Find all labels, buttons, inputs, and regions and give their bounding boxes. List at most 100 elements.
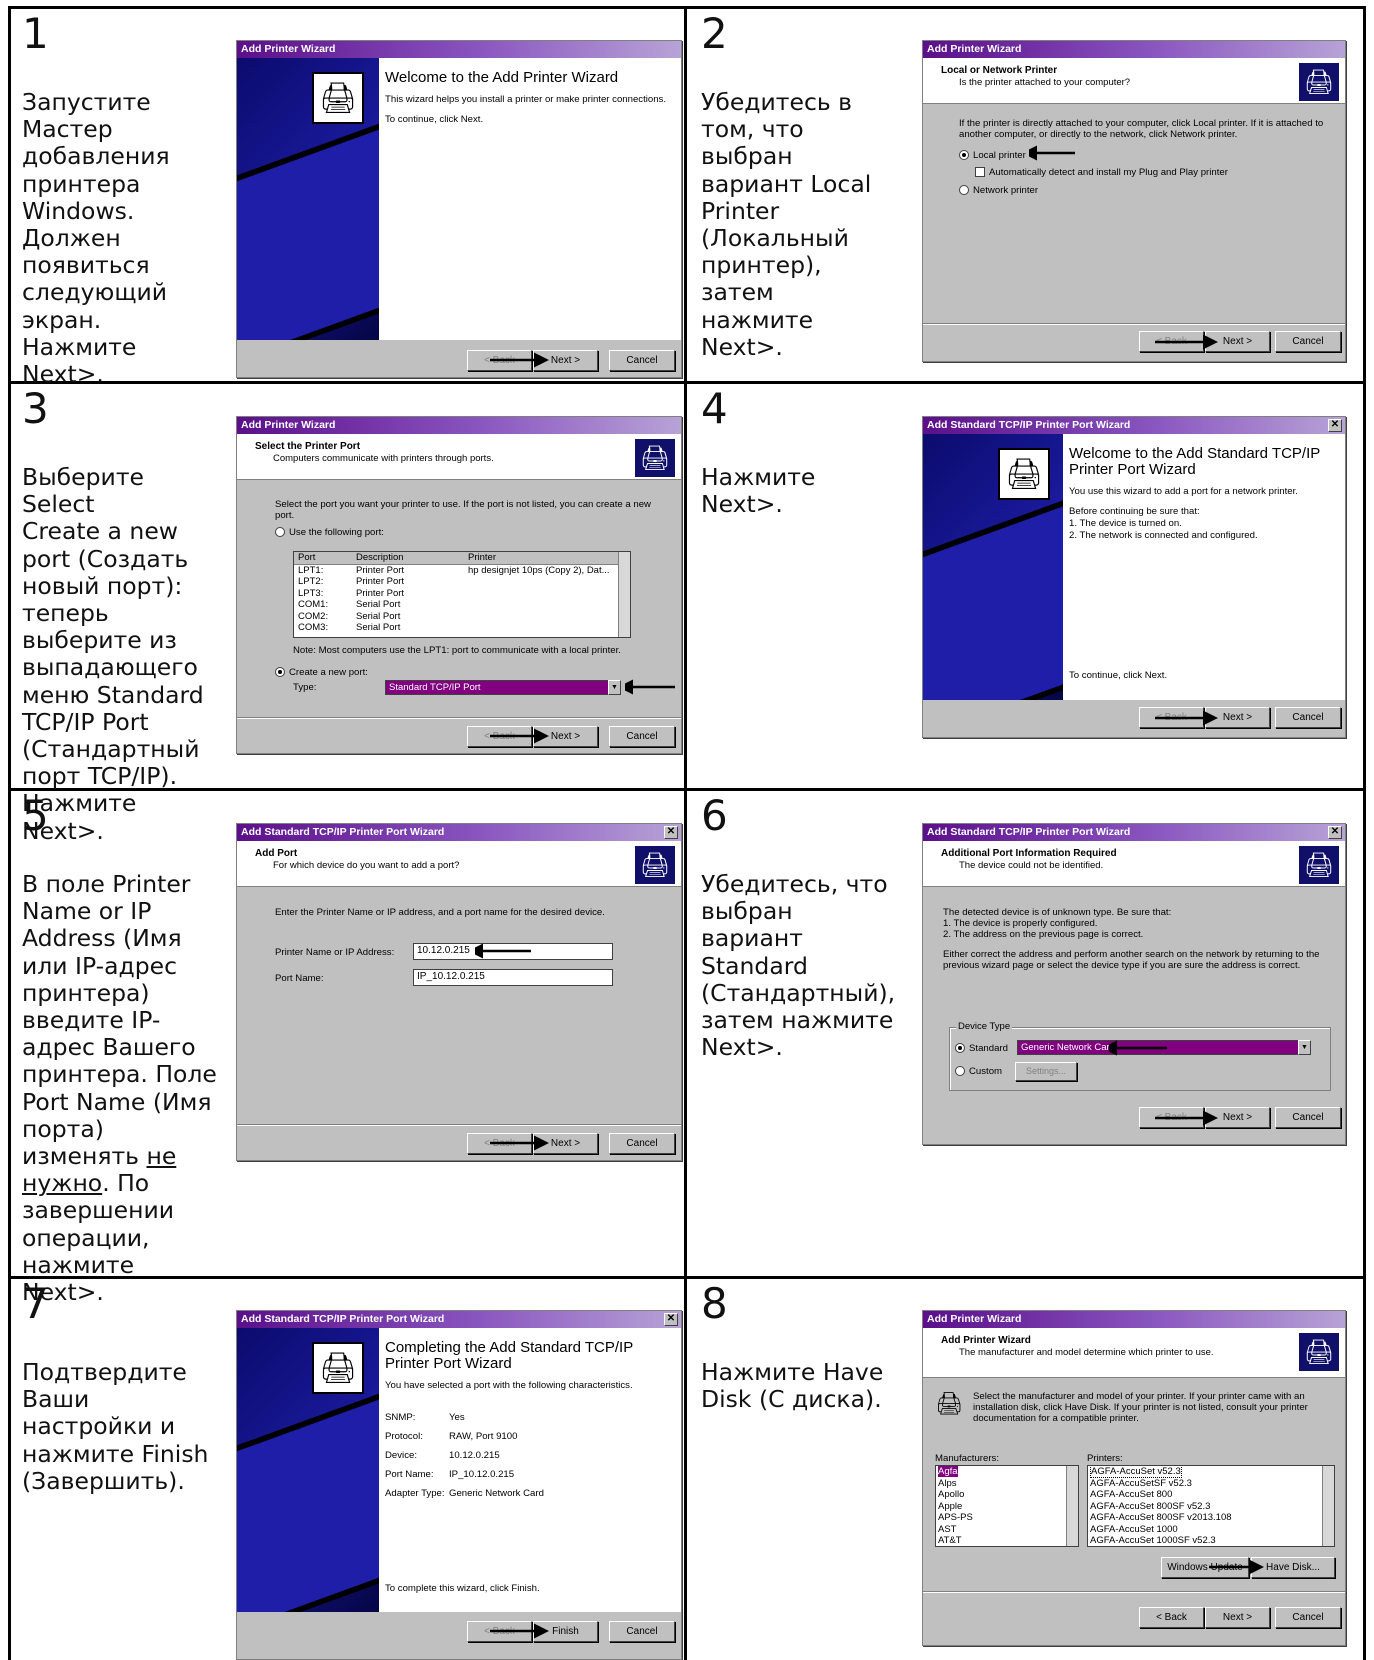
custom-radio[interactable]: Custom	[955, 1066, 1335, 1077]
title-bar: Add Printer Wizard	[237, 417, 681, 434]
dialog-header: Add Port For which device do you want to …	[237, 841, 681, 887]
list-item[interactable]: AST	[936, 1524, 1078, 1536]
cancel-button[interactable]: Cancel	[609, 1621, 675, 1642]
back-button[interactable]: < Back	[1139, 331, 1204, 352]
ip-address-input[interactable]: 10.12.0.215	[413, 943, 613, 960]
list-item[interactable]: APS-PS	[936, 1512, 1078, 1524]
dialog-header: Add Printer Wizard The manufacturer and m…	[923, 1328, 1345, 1378]
title-bar: Add Printer Wizard	[923, 41, 1345, 58]
list-item[interactable]: Apple	[936, 1501, 1078, 1513]
list-item[interactable]: AGFA-AccuSet 800SF v2013.108	[1088, 1512, 1334, 1524]
back-button[interactable]: < Back	[467, 1133, 532, 1154]
close-icon[interactable]: ✕	[664, 826, 678, 839]
cancel-button[interactable]: Cancel	[609, 726, 675, 747]
back-button[interactable]: < Back	[1139, 1107, 1204, 1128]
back-button[interactable]: < Back	[467, 1621, 532, 1642]
next-button[interactable]: Next >	[1205, 331, 1270, 352]
close-icon[interactable]: ✕	[664, 1313, 678, 1326]
port-note: Note: Most computers use the LPT1: port …	[293, 645, 621, 656]
close-icon[interactable]: ✕	[1328, 419, 1342, 432]
next-button[interactable]: Next >	[1205, 1107, 1270, 1128]
list-item[interactable]: AT&T	[936, 1535, 1078, 1546]
cancel-button[interactable]: Cancel	[1275, 1607, 1341, 1628]
dialog-body: Select the port you want your printer to…	[275, 499, 671, 538]
printers-list[interactable]: AGFA-AccuSet v52.3 AGFA-AccuSetSF v52.3 …	[1087, 1465, 1335, 1547]
local-printer-radio[interactable]: Local printer	[959, 150, 1335, 161]
have-disk-button[interactable]: Have Disk...	[1251, 1557, 1335, 1578]
port-name-input[interactable]: IP_10.12.0.215	[413, 969, 613, 986]
step-text: В поле Printer Name or IP Address (Имя или …	[22, 870, 217, 1307]
printer-icon: 🖨	[1299, 63, 1339, 101]
add-printer-wizard-welcome: Add Printer Wizard 🖨 Welcome to the Add …	[236, 40, 682, 378]
list-item[interactable]: AGFA-AccuSet 1000SF v52.3	[1088, 1535, 1334, 1546]
wizard-text: To continue, click Next.	[385, 114, 484, 125]
list-item[interactable]: COM1: Serial Port	[294, 599, 630, 611]
wizard-banner: 🖨	[237, 1328, 379, 1612]
title-bar: Add Standard TCP/IP Printer Port Wizard ✕	[923, 824, 1345, 841]
cancel-button[interactable]: Cancel	[1275, 331, 1341, 352]
network-printer-icon: 🖨	[998, 448, 1050, 500]
list-item[interactable]: Alps	[936, 1478, 1078, 1490]
list-item[interactable]: COM3: Serial Port	[294, 622, 630, 634]
list-item[interactable]: AGFA-AccuSet 800	[1088, 1489, 1334, 1501]
back-button[interactable]: < Back	[467, 726, 532, 747]
windows-update-button[interactable]: Windows Update	[1161, 1557, 1249, 1578]
list-item[interactable]: Agfa	[938, 1466, 958, 1477]
printer-icon: 🖨	[1299, 1333, 1339, 1371]
list-item[interactable]: LPT2: Printer Port	[294, 576, 630, 588]
scrollbar[interactable]	[1066, 1466, 1078, 1546]
auto-detect-checkbox[interactable]: Automatically detect and install my Plug…	[975, 167, 1335, 178]
tcpip-port-wizard-welcome: Add Standard TCP/IP Printer Port Wizard ✕…	[922, 416, 1346, 738]
title-bar: Add Standard TCP/IP Printer Port Wizard ✕	[923, 417, 1345, 434]
finish-button[interactable]: Finish	[533, 1621, 598, 1642]
cancel-button[interactable]: Cancel	[1275, 707, 1341, 728]
list-item[interactable]: AGFA-AccuSet 800SF v52.3	[1088, 1501, 1334, 1513]
cancel-button[interactable]: Cancel	[609, 1133, 675, 1154]
list-item[interactable]: Apollo	[936, 1489, 1078, 1501]
back-button[interactable]: < Back	[1139, 1607, 1204, 1628]
step-number: 5	[22, 791, 49, 840]
back-button[interactable]: < Back	[1139, 707, 1204, 728]
list-item[interactable]: COM2: Serial Port	[294, 611, 630, 623]
welcome-heading: Welcome to the Add Standard TCP/IP Print…	[1069, 445, 1320, 478]
network-printer-radio[interactable]: Network printer	[959, 185, 1335, 196]
use-existing-port-radio[interactable]: Use the following port:	[275, 527, 671, 538]
next-button[interactable]: Next >	[1205, 1607, 1270, 1628]
close-icon[interactable]: ✕	[1328, 826, 1342, 839]
step-number: 2	[701, 9, 728, 58]
cancel-button[interactable]: Cancel	[609, 350, 675, 371]
list-item[interactable]: AGFA-AccuSetSF v52.3	[1088, 1478, 1334, 1490]
dialog-text: Enter the Printer Name or IP address, an…	[275, 907, 605, 918]
port-list[interactable]: Port Description Printer LPT1: Printer Port…	[293, 551, 631, 638]
network-printer-icon: 🖨	[312, 1342, 364, 1394]
manufacturers-list[interactable]: Agfa Alps Apollo Apple APS-PS AST AT&T	[935, 1465, 1079, 1547]
settings-button[interactable]: Settings...	[1015, 1062, 1077, 1081]
title-bar: Add Printer Wizard	[923, 1311, 1345, 1328]
list-item[interactable]: AGFA-AccuSet v52.3	[1090, 1466, 1182, 1478]
create-new-port-radio[interactable]: Create a new port:	[275, 667, 671, 678]
list-item[interactable]: LPT1: Printer Port hp designjet 10ps (Copy…	[294, 565, 630, 577]
device-type-select[interactable]: Generic Network Card ▼	[1017, 1040, 1311, 1055]
step-number: 8	[701, 1279, 728, 1328]
grid-divider	[684, 6, 687, 1660]
wizard-text: You have selected a port with the follow…	[385, 1380, 633, 1391]
list-item[interactable]: LPT3: Printer Port	[294, 588, 630, 600]
list-item[interactable]: AGFA-AccuSet 1000	[1088, 1524, 1334, 1536]
next-button[interactable]: Next >	[1205, 707, 1270, 728]
wizard-banner: 🖨	[923, 434, 1063, 700]
scrollbar[interactable]	[618, 552, 630, 637]
dialog-text: The detected device is of unknown type. …	[943, 907, 1320, 971]
step-number: 7	[22, 1279, 49, 1328]
cancel-button[interactable]: Cancel	[1275, 1107, 1341, 1128]
back-button[interactable]: < Back	[467, 350, 532, 371]
next-button[interactable]: Next >	[533, 350, 598, 371]
wizard-content: Welcome to the Add Standard TCP/IP Print…	[1063, 434, 1345, 700]
next-button[interactable]: Next >	[533, 1133, 598, 1154]
next-button[interactable]: Next >	[533, 726, 598, 747]
dialog-header: Local or Network Printer Is the printer a…	[923, 58, 1345, 104]
wizard-content: Completing the Add Standard TCP/IP Print…	[379, 1328, 681, 1612]
scrollbar[interactable]	[1322, 1466, 1334, 1546]
wizard-text: This wizard helps you install a printer …	[385, 94, 667, 105]
port-type-select[interactable]: Standard TCP/IP Port ▼	[385, 680, 621, 695]
step-text: Убедитесь, что выбран вариант Standard (Стан…	[701, 870, 896, 1062]
